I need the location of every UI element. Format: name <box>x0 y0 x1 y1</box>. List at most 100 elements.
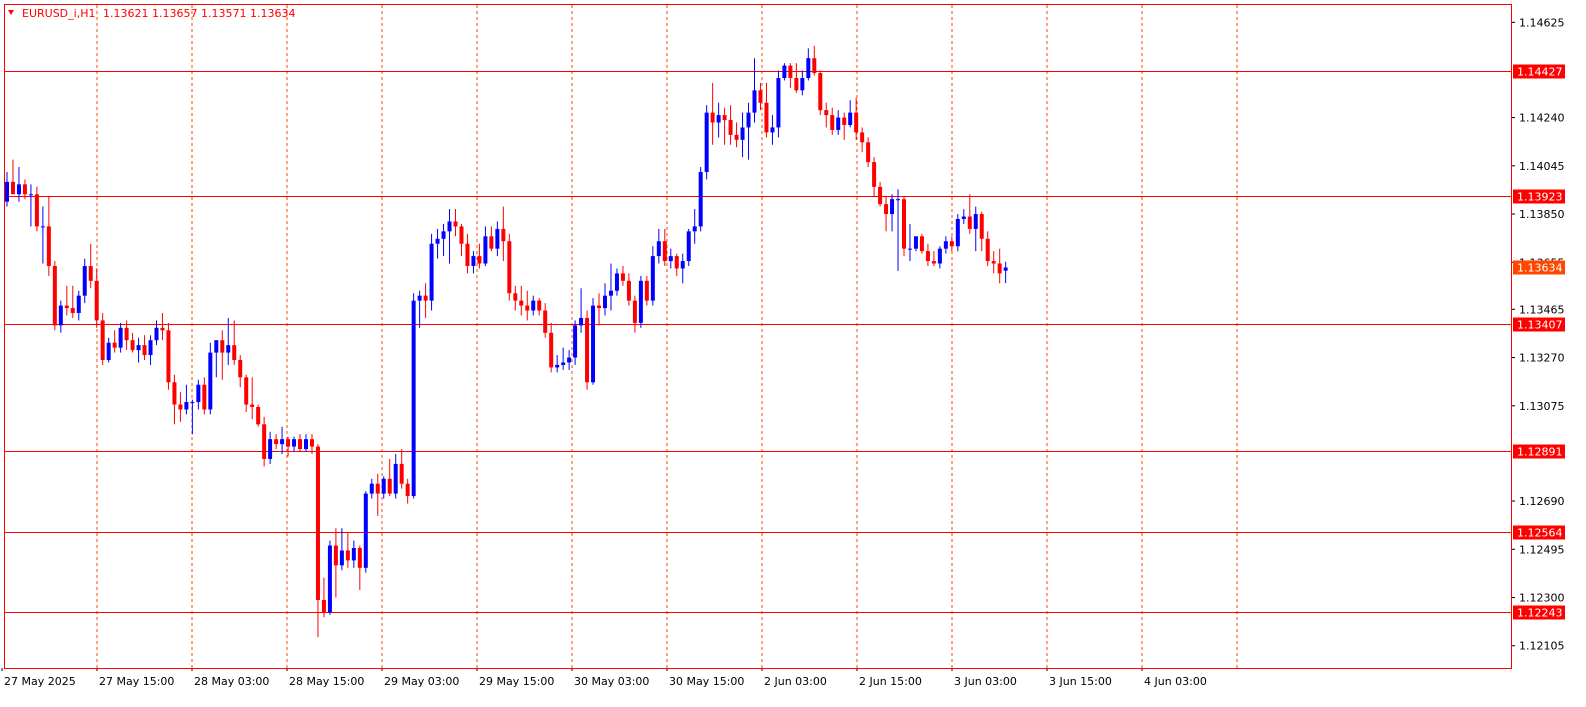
x-tick-label: 27 May 15:00 <box>99 675 174 688</box>
candle-body <box>896 199 901 201</box>
candle-body <box>919 236 924 252</box>
candle-body <box>489 236 494 249</box>
candle-body <box>387 478 392 494</box>
candle-body <box>339 550 344 566</box>
level-label: 1.13923 <box>1517 191 1563 204</box>
candle-body <box>202 384 207 410</box>
candle-body <box>758 90 763 103</box>
candle-body <box>495 228 500 249</box>
candle-body <box>136 345 141 351</box>
chart-header: EURUSD_i,H1 1.13621 1.13657 1.13571 1.13… <box>8 7 295 20</box>
candle-body <box>692 226 697 232</box>
candle-body <box>872 162 877 187</box>
candle-body <box>256 407 261 425</box>
candle-body <box>106 342 111 361</box>
candle-body <box>226 345 231 353</box>
candle-body <box>913 236 918 249</box>
candle-body <box>94 280 99 321</box>
candle-body <box>465 243 470 266</box>
candle-body <box>937 248 942 264</box>
candle-body <box>262 424 267 459</box>
candle-body <box>124 327 129 341</box>
candle-body <box>543 310 548 333</box>
candle-body <box>130 340 135 351</box>
price-axis[interactable]: 1.146251.142401.140451.138501.136551.134… <box>1511 16 1565 653</box>
candle-body <box>178 404 183 410</box>
candle-body <box>716 115 721 123</box>
x-tick-label: 3 Jun 15:00 <box>1049 675 1112 688</box>
chart-window[interactable]: 1.146251.142401.140451.138501.136551.134… <box>0 0 1586 703</box>
candle-body <box>1003 267 1008 271</box>
candle-body <box>842 117 847 125</box>
bull-candle <box>686 228 691 266</box>
candle-body <box>483 236 488 264</box>
candle-body <box>680 261 685 269</box>
bear-candle <box>507 233 512 301</box>
bull-candle <box>591 298 596 385</box>
candle-body <box>22 184 27 195</box>
bull-candle <box>955 214 960 252</box>
candle-body <box>208 352 213 410</box>
candle-body <box>190 402 195 404</box>
candle-body <box>154 327 159 341</box>
candle-body <box>82 265 87 296</box>
candle-body <box>184 402 189 410</box>
candle-body <box>58 305 63 326</box>
candle-body <box>70 308 75 313</box>
candle-body <box>997 263 1002 274</box>
candle-body <box>142 345 147 356</box>
candle-body <box>513 293 518 301</box>
candle-body <box>10 181 15 195</box>
bear-candle <box>166 322 171 390</box>
candle-body <box>728 120 733 135</box>
candle-body <box>321 599 326 613</box>
candle-body <box>100 320 105 361</box>
y-tick-label: 1.13270 <box>1519 352 1565 365</box>
candle-body <box>967 216 972 229</box>
candle-body <box>34 194 39 227</box>
candle-body <box>357 548 362 568</box>
candle-body <box>782 65 787 78</box>
candle-body <box>698 171 703 227</box>
candle-body <box>943 241 948 249</box>
candle-body <box>991 261 996 264</box>
candle-body <box>603 295 607 309</box>
candle-body <box>752 90 757 113</box>
candle-body <box>573 325 578 358</box>
candle-body <box>620 273 625 281</box>
bear-candle <box>902 196 906 257</box>
candle-body <box>172 382 177 405</box>
candle-body <box>363 493 368 568</box>
y-tick-label: 1.13075 <box>1519 400 1565 413</box>
candle-body <box>710 112 715 123</box>
candle-body <box>423 295 428 301</box>
candle-body <box>662 241 667 262</box>
candle-body <box>650 256 655 301</box>
candle-body <box>746 112 751 128</box>
candle-body <box>608 290 613 296</box>
time-axis[interactable]: 27 May 2025 27 May 15:00 28 May 03:00 28 Ma… <box>1 668 1207 688</box>
candle-body <box>979 214 984 239</box>
candle-body <box>411 300 416 497</box>
x-tick-label: 29 May 03:00 <box>384 675 459 688</box>
level-label: 1.12243 <box>1517 607 1563 620</box>
candle-body <box>591 305 596 383</box>
x-tick-label: 2 Jun 03:00 <box>764 675 827 688</box>
candle-body <box>333 545 338 566</box>
current-price-label: 1.13634 <box>1513 260 1565 275</box>
candle-body <box>907 248 912 250</box>
candle-body <box>477 256 482 264</box>
level-label: 1.14427 <box>1517 66 1563 79</box>
bear-candle <box>256 404 261 427</box>
candle-body <box>812 58 817 74</box>
candle-body <box>501 228 506 242</box>
candle-body <box>704 112 709 172</box>
candle-body <box>925 251 930 262</box>
candle-body <box>118 327 123 348</box>
x-tick-label: 2 Jun 15:00 <box>859 675 922 688</box>
candle-body <box>549 332 554 368</box>
candle-body <box>561 362 566 365</box>
bull-candle <box>782 63 787 81</box>
y-tick-label: 1.14045 <box>1519 160 1565 173</box>
price-chart-svg[interactable]: 1.146251.142401.140451.138501.136551.134… <box>0 0 1586 703</box>
